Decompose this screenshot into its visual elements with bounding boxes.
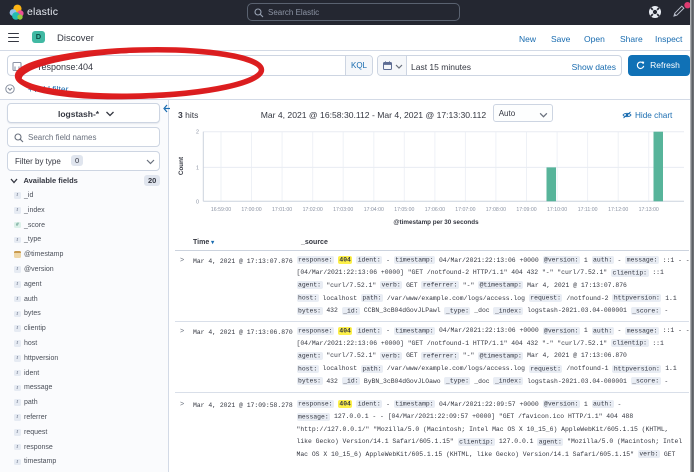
svg-text:17:06:00: 17:06:00 (425, 207, 445, 213)
svg-text:17:11:00: 17:11:00 (578, 207, 598, 213)
svg-text:16:59:00: 16:59:00 (211, 207, 231, 213)
svg-text:17:01:00: 17:01:00 (272, 207, 292, 213)
svg-text:17:13:00: 17:13:00 (639, 207, 659, 213)
svg-text:17:10:00: 17:10:00 (547, 207, 567, 213)
svg-text:Count: Count (178, 156, 185, 175)
svg-text:17:00:00: 17:00:00 (241, 207, 261, 213)
svg-text:0: 0 (196, 199, 199, 205)
svg-text:17:04:00: 17:04:00 (364, 207, 384, 213)
svg-text:2: 2 (196, 130, 199, 136)
svg-text:17:07:00: 17:07:00 (455, 207, 475, 213)
svg-text:1: 1 (196, 165, 199, 171)
svg-text:@timestamp per 30 seconds: @timestamp per 30 seconds (393, 219, 479, 226)
svg-text:17:12:00: 17:12:00 (608, 207, 628, 213)
svg-text:17:08:00: 17:08:00 (486, 207, 506, 213)
svg-text:17:02:00: 17:02:00 (303, 207, 323, 213)
svg-text:17:03:00: 17:03:00 (333, 207, 353, 213)
svg-text:17:05:00: 17:05:00 (394, 207, 414, 213)
svg-text:17:09:00: 17:09:00 (516, 207, 536, 213)
